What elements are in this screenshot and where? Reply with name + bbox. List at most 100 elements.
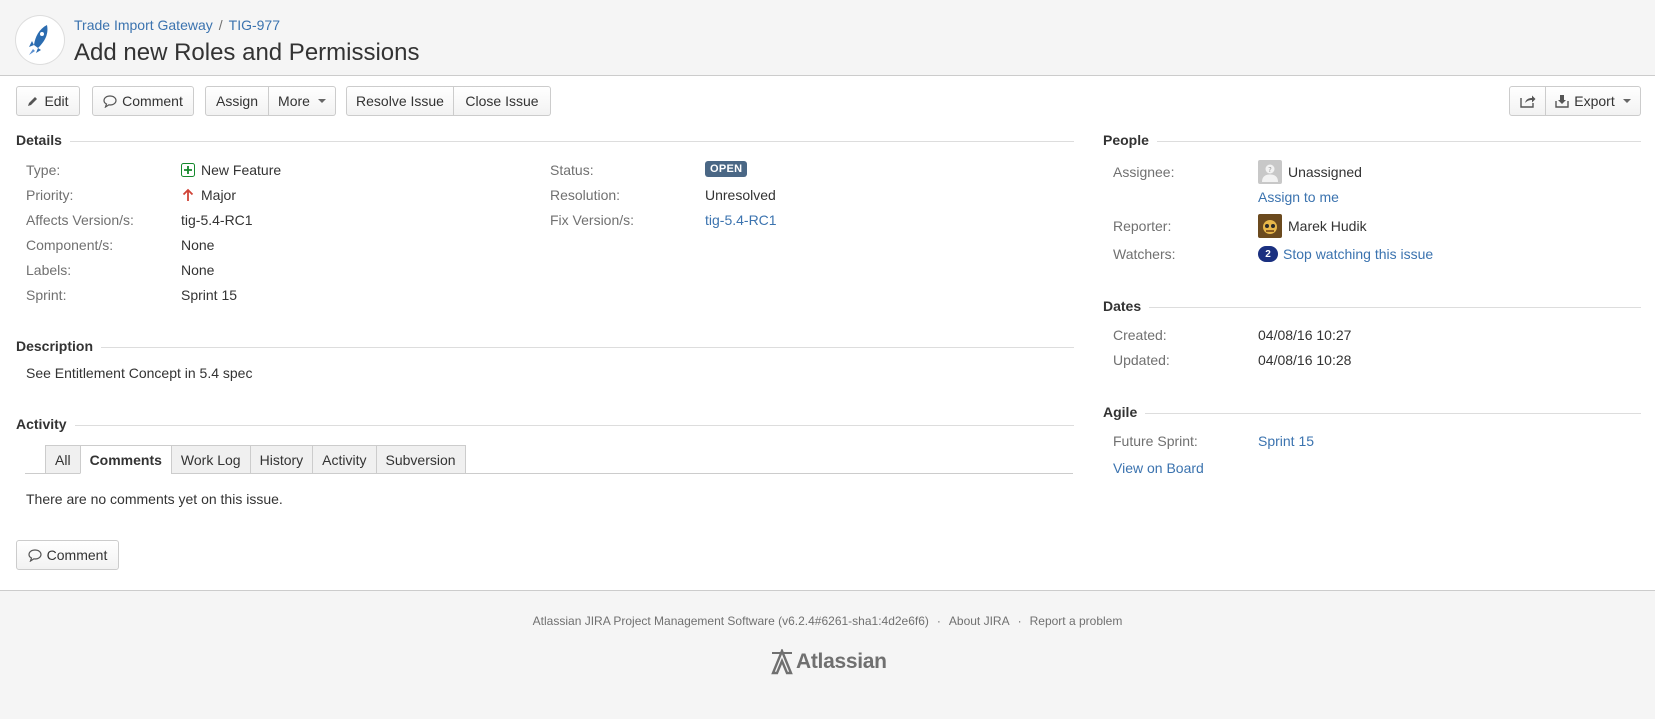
affects-version-label: Affects Version/s: <box>26 212 134 228</box>
comment-button-label: Comment <box>122 93 183 109</box>
type-label: Type: <box>26 162 61 178</box>
assignee-value-text: Unassigned <box>1288 164 1362 180</box>
tab-activity[interactable]: Activity <box>312 445 376 474</box>
export-button[interactable]: Export <box>1546 86 1641 116</box>
assign-to-me-link[interactable]: Assign to me <box>1258 189 1339 205</box>
edit-button[interactable]: Edit <box>16 86 80 116</box>
footer-dot: · <box>1017 614 1022 628</box>
stop-watching-link[interactable]: Stop watching this issue <box>1283 246 1433 262</box>
unassigned-avatar-icon: ? <box>1258 160 1282 184</box>
description-text: See Entitlement Concept in 5.4 spec <box>26 365 253 381</box>
activity-rule <box>16 425 1074 426</box>
agile-heading: Agile <box>1103 404 1146 420</box>
updated-value: 04/08/16 10:28 <box>1258 352 1352 368</box>
future-sprint-link[interactable]: Sprint 15 <box>1258 433 1314 449</box>
dates-rule <box>1103 307 1641 308</box>
watchers-count-badge[interactable]: 2 <box>1258 246 1278 262</box>
people-rule <box>1103 141 1641 142</box>
watchers-value: 2 Stop watching this issue <box>1258 246 1433 262</box>
export-button-label: Export <box>1574 93 1615 109</box>
assignee-label: Assignee: <box>1113 164 1175 180</box>
chevron-down-icon <box>1622 99 1631 103</box>
arrow-up-icon <box>182 188 194 201</box>
atlassian-logo[interactable]: Atlassian <box>770 649 887 675</box>
tab-comments[interactable]: Comments <box>79 445 171 474</box>
bottom-comment-button-label: Comment <box>46 547 108 563</box>
type-value-text: New Feature <box>201 162 282 178</box>
details-heading: Details <box>16 132 70 148</box>
resolve-issue-button-label: Resolve Issue <box>356 93 444 109</box>
resolution-value: Unresolved <box>705 187 776 203</box>
tab-subversion[interactable]: Subversion <box>375 445 466 474</box>
details-rule <box>16 141 1074 142</box>
updated-label: Updated: <box>1113 352 1170 368</box>
sprint-value: Sprint 15 <box>181 287 238 303</box>
footer-dot: · <box>936 614 941 628</box>
created-label: Created: <box>1113 327 1167 343</box>
breadcrumb-separator: / <box>218 17 223 33</box>
reporter-avatar <box>1258 214 1282 238</box>
fix-version-label: Fix Version/s: <box>550 212 635 228</box>
comment-button[interactable]: Comment <box>92 86 194 116</box>
resolve-issue-button[interactable]: Resolve Issue <box>346 86 454 116</box>
resolution-label: Resolution: <box>550 187 621 203</box>
description-rule <box>16 347 1074 348</box>
status-value: OPEN <box>705 161 748 177</box>
affects-version-value: tig-5.4-RC1 <box>181 212 253 228</box>
priority-value: Major <box>181 187 236 203</box>
labels-label: Labels: <box>26 262 72 278</box>
breadcrumb-issue-link[interactable]: TIG-977 <box>229 17 280 33</box>
no-comments-text: There are no comments yet on this issue. <box>26 491 283 507</box>
activity-heading: Activity <box>16 416 75 432</box>
future-sprint-label: Future Sprint: <box>1113 433 1198 449</box>
assign-button-label: Assign <box>215 93 259 109</box>
footer-links: Atlassian JIRA Project Management Softwa… <box>0 614 1655 628</box>
dates-heading: Dates <box>1103 298 1150 314</box>
page-title: Add new Roles and Permissions <box>74 39 420 66</box>
reporter-value: Marek Hudik <box>1258 214 1367 238</box>
breadcrumb: Trade Import Gateway / TIG-977 <box>74 17 280 33</box>
speech-bubble-icon <box>28 548 42 562</box>
more-button-label: More <box>278 93 310 109</box>
about-jira-link[interactable]: About JIRA <box>949 614 1010 628</box>
fix-version-link[interactable]: tig-5.4-RC1 <box>705 212 777 228</box>
share-button[interactable] <box>1509 86 1546 116</box>
atlassian-logo-text: Atlassian <box>796 650 887 673</box>
components-value: None <box>181 237 215 253</box>
reporter-value-text: Marek Hudik <box>1288 218 1367 234</box>
status-label: Status: <box>550 162 594 178</box>
close-issue-button-label: Close Issue <box>465 93 539 109</box>
footer-software-link[interactable]: Atlassian JIRA Project Management Softwa… <box>533 614 929 628</box>
status-badge: OPEN <box>705 161 748 177</box>
activity-tabs: All Comments Work Log History Activity S… <box>45 445 466 474</box>
type-value: New Feature <box>181 162 281 178</box>
people-heading: People <box>1103 132 1157 148</box>
report-problem-link[interactable]: Report a problem <box>1030 614 1123 628</box>
bottom-comment-button[interactable]: Comment <box>16 540 119 570</box>
view-on-board-link[interactable]: View on Board <box>1113 460 1204 476</box>
sprint-label: Sprint: <box>26 287 67 303</box>
reporter-label: Reporter: <box>1113 218 1172 234</box>
close-issue-button[interactable]: Close Issue <box>454 86 551 116</box>
priority-value-text: Major <box>201 187 237 203</box>
share-icon <box>1519 95 1535 108</box>
description-heading: Description <box>16 338 102 354</box>
footer: Atlassian JIRA Project Management Softwa… <box>0 592 1655 719</box>
chevron-down-icon <box>317 99 326 103</box>
tab-all[interactable]: All <box>45 445 80 474</box>
assignee-value: ? Unassigned <box>1258 160 1362 184</box>
tab-history[interactable]: History <box>249 445 313 474</box>
page-header: Trade Import Gateway / TIG-977 Add new Rol… <box>0 0 1655 76</box>
labels-value: None <box>181 262 215 278</box>
edit-button-label: Edit <box>44 93 69 109</box>
project-avatar[interactable] <box>16 16 64 64</box>
tab-work-log[interactable]: Work Log <box>170 445 250 474</box>
speech-bubble-icon <box>103 94 117 108</box>
issue-main: Edit Comment Assign More Resolve Issue C… <box>0 76 1655 591</box>
more-button[interactable]: More <box>269 86 336 116</box>
components-label: Component/s: <box>26 237 114 253</box>
assign-button[interactable]: Assign <box>205 86 269 116</box>
agile-rule <box>1103 413 1641 414</box>
breadcrumb-project-link[interactable]: Trade Import Gateway <box>74 17 213 33</box>
download-icon <box>1555 95 1569 108</box>
